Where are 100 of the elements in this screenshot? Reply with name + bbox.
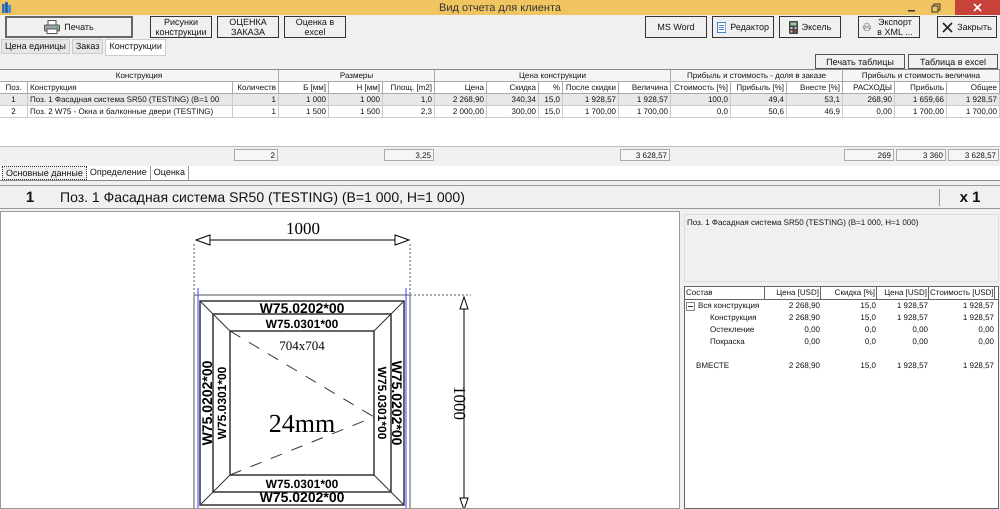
table-cell: 1,0 [383, 94, 435, 106]
app-icon [2, 2, 11, 13]
table-action-button[interactable]: Печать таблицы [815, 54, 905, 69]
table-cell: 1 000 [329, 94, 383, 106]
column-header[interactable]: Величина [619, 82, 671, 94]
tree-item[interactable]: Остекление [710, 324, 754, 336]
table-cell-text: 1 928,57 [962, 360, 995, 372]
toolbar-button[interactable]: Редактор [712, 16, 774, 38]
position-title: Поз. 1 Фасадная система SR50 (TESTING) (B=1 000, H=1 000) [60, 189, 466, 205]
tab[interactable]: Заказ [72, 39, 104, 54]
column-header[interactable]: H [мм] [329, 82, 383, 94]
toolbar-button[interactable]: Закрыть [937, 16, 997, 38]
tab[interactable]: Конструкции [105, 39, 166, 56]
column-header[interactable]: % [539, 82, 563, 94]
tree-item[interactable]: Вся конструкция [698, 300, 760, 312]
quantity-label: x 1 [939, 188, 1000, 206]
column-header[interactable]: Внесте [%] [787, 82, 843, 94]
toolbar-button[interactable]: Экспорт в XML ... [858, 16, 920, 38]
toolbar-button[interactable]: Эксель [779, 16, 841, 38]
column-group-header: Прибыль и стоимость величина [843, 70, 1000, 82]
column-group-header: Прибыль и стоимость - доля в заказе [671, 70, 843, 82]
toolbar-button[interactable]: MS Word [645, 16, 707, 38]
column-header[interactable]: РАСХОДЫ [843, 82, 895, 94]
column-header[interactable]: Поз. [0, 82, 28, 94]
column-header[interactable]: Скидка [%] [821, 287, 877, 299]
tree-item[interactable]: Конструкция [710, 312, 756, 324]
calculator-icon [788, 20, 798, 34]
table-cell: 268,90 [843, 94, 895, 106]
profile-label: W75.0301*00 [215, 366, 229, 440]
column-group-header: Цена конструкции [435, 70, 671, 82]
table-cell-text: 2 268,90 [788, 360, 821, 372]
table-cell: Поз. 1 Фасадная система SR50 (TESTING) (B=1 00 [28, 94, 233, 106]
table-cell: 1 928,57 [563, 94, 619, 106]
total-field: 3 628,57 [620, 149, 670, 161]
glass-label: 24mm [268, 409, 336, 438]
column-header[interactable]: Стоимость [%] [671, 82, 731, 94]
toolbar-button[interactable]: ОЦЕНКА ЗАКАЗА [217, 16, 279, 38]
profile-label: W75.0202*00 [389, 360, 405, 446]
profile-label: W75.0202*00 [199, 360, 215, 446]
table-cell: 1 [0, 94, 28, 106]
table-cell: 53,1 [787, 94, 843, 106]
column-header[interactable]: Состав [685, 287, 765, 299]
tab[interactable]: Оценка [150, 166, 189, 180]
table-cell: 1 928,57 [619, 94, 671, 106]
table-cell: 15,0 [539, 94, 563, 106]
column-header[interactable]: Общее [947, 82, 1000, 94]
description-text: Поз. 1 Фасадная система SR50 (TESTING) (B=1 000, H=1 000) [687, 218, 918, 227]
profile-label: W75.0301*00 [375, 366, 389, 440]
column-header[interactable]: Конструкция [28, 82, 233, 94]
column-header[interactable]: Стоимость [USD] [929, 287, 995, 299]
table-cell-text: 0,00 [803, 324, 821, 336]
column-header[interactable]: Площ. [m2] [383, 82, 435, 94]
column-header[interactable]: Прибыль [%] [731, 82, 787, 94]
column-header[interactable]: Количеств [233, 82, 279, 94]
toolbar-button[interactable]: Печать [5, 16, 133, 38]
table-cell-text: 15,0 [859, 300, 877, 312]
position-number: 1 [24, 188, 36, 206]
profile-label: W75.0301*00 [266, 317, 338, 331]
close-icon [942, 22, 954, 32]
table-cell-text: 0,0 [864, 324, 877, 336]
table-cell-text: 15,0 [859, 360, 877, 372]
restore-icon[interactable] [931, 2, 941, 12]
table-cell-text: 0,00 [911, 336, 929, 348]
column-header[interactable]: Прибыль [895, 82, 947, 94]
printer-icon [863, 21, 871, 33]
table-action-button[interactable]: Таблица в excel [908, 54, 998, 69]
column-header[interactable]: Цена [USD] [877, 287, 929, 299]
total-field: 2 [234, 149, 278, 161]
close-window-button[interactable] [955, 0, 1000, 15]
table-cell: 1 000 [279, 94, 329, 106]
collapse-toggle-icon[interactable] [686, 302, 695, 310]
profile-label: W75.0301*00 [266, 477, 338, 491]
table-cell-text: 15,0 [859, 312, 877, 324]
table-cell: 340,34 [487, 94, 539, 106]
column-group-header: Конструкция [0, 70, 279, 82]
column-header[interactable]: Б [мм] [279, 82, 329, 94]
toolbar-button[interactable]: Оценка в excel [284, 16, 346, 38]
tab[interactable]: Цена единицы [1, 39, 70, 54]
table-cell: 100,0 [671, 94, 731, 106]
window-title: Вид отчета для клиента [438, 2, 562, 14]
total-field: 3 360 [896, 149, 946, 161]
total-field: 3,25 [384, 149, 434, 161]
close-icon [973, 3, 982, 12]
table-cell-text: 0,00 [977, 336, 995, 348]
dimension-label: 1000 [286, 219, 320, 238]
toolbar-button[interactable]: Рисунки конструкции [150, 16, 212, 38]
column-header[interactable]: После скидки [563, 82, 619, 94]
table-cell-text: 2 268,90 [788, 300, 821, 312]
tab[interactable]: Основные данные [2, 166, 87, 180]
tree-item[interactable]: Покраска [710, 336, 745, 348]
tab[interactable]: Определение [86, 166, 151, 180]
profile-label: W75.0202*00 [260, 489, 344, 505]
column-header[interactable]: Скидка [487, 82, 539, 94]
column-header[interactable]: Цена [USD] [765, 287, 821, 299]
total-label: ВМЕСТЕ [695, 360, 730, 372]
printer-icon [44, 20, 60, 34]
table-cell: 1 [233, 94, 279, 106]
table-cell-text: 0,00 [911, 324, 929, 336]
table-cell-text: 0,00 [803, 336, 821, 348]
column-header[interactable]: Цена [435, 82, 487, 94]
